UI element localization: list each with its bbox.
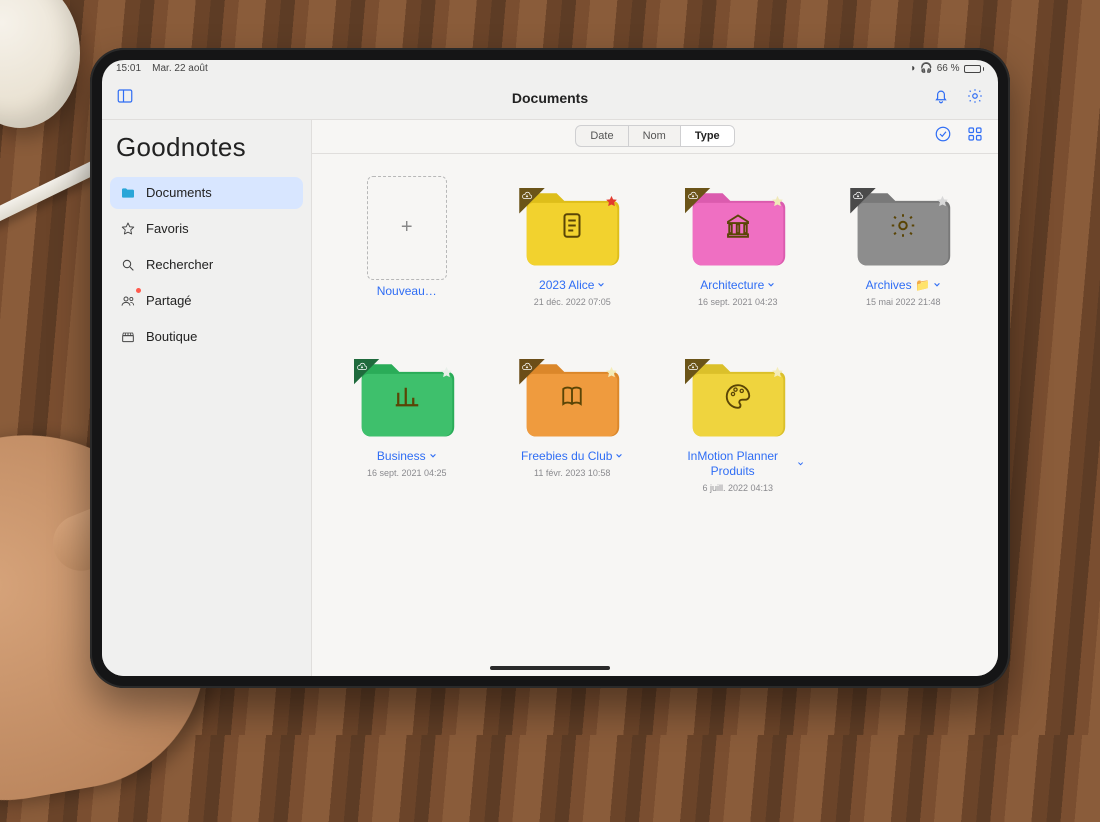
sort-date[interactable]: Date: [576, 126, 628, 146]
folder-name[interactable]: Architecture: [700, 278, 775, 293]
sidebar-item-rechercher[interactable]: Rechercher: [110, 249, 303, 281]
folder-date: 11 févr. 2023 10:58: [534, 468, 610, 478]
sidebar-item-favoris[interactable]: Favoris: [110, 213, 303, 245]
battery-icon: [964, 65, 985, 73]
battery-percent: 66 %: [937, 63, 960, 74]
select-mode-icon[interactable]: [934, 125, 952, 148]
folder-date: 6 juill. 2022 04:13: [702, 483, 773, 493]
folder-name[interactable]: Archives 📁: [866, 278, 941, 293]
sidebar-item-documents[interactable]: Documents: [110, 177, 303, 209]
folder-date: 16 sept. 2021 04:23: [698, 297, 778, 307]
folder-thumbnail: [354, 347, 460, 445]
search-icon: [120, 257, 136, 273]
sidebar-item-boutique[interactable]: Boutique: [110, 321, 303, 353]
sidebar-item-label: Documents: [146, 185, 212, 200]
status-bar: 15:01 Mar. 22 août ◗ 🎧 66 %: [102, 60, 998, 78]
documents-grid: + Nouveau… 2023 Alice 21 déc. 2022 07:05: [312, 154, 998, 676]
gear-icon[interactable]: [966, 87, 984, 110]
sidebar-item-label: Boutique: [146, 329, 197, 344]
badge-dot: [136, 288, 141, 293]
favorite-star-icon[interactable]: [604, 194, 619, 209]
status-time: 15:01: [116, 63, 141, 74]
page-title: Documents: [512, 90, 588, 106]
ipad-frame: 15:01 Mar. 22 août ◗ 🎧 66 % Documents: [90, 48, 1010, 688]
book-icon: [557, 382, 587, 417]
folder-name[interactable]: 2023 Alice: [539, 278, 605, 293]
folder-date: 16 sept. 2021 04:25: [367, 468, 447, 478]
favorite-star-icon[interactable]: [604, 365, 619, 380]
bell-icon[interactable]: [932, 87, 950, 110]
folder-name[interactable]: Business: [377, 449, 437, 464]
folder-thumbnail: [519, 176, 625, 274]
home-indicator[interactable]: [490, 666, 610, 670]
gear-icon: [888, 211, 918, 246]
favorite-star-icon[interactable]: [439, 365, 454, 380]
folder-thumbnail: [685, 347, 791, 445]
folder-inmotion-planner-produits[interactable]: InMotion Planner Produits 6 juill. 2022 …: [671, 347, 805, 493]
main-panel: DateNomType + Nouveau…: [312, 120, 998, 676]
plus-icon: +: [367, 176, 447, 280]
sort-nom[interactable]: Nom: [629, 126, 681, 146]
sort-type[interactable]: Type: [681, 126, 734, 146]
moon-icon: ◗: [910, 63, 916, 74]
decor-egg: [0, 0, 80, 128]
folder-business[interactable]: Business 16 sept. 2021 04:25: [340, 347, 474, 493]
new-item-label: Nouveau…: [377, 284, 437, 299]
people-icon: [120, 293, 136, 309]
folder-icon: [120, 185, 136, 201]
folder-date: 21 déc. 2022 07:05: [534, 297, 611, 307]
shop-icon: [120, 329, 136, 345]
folder-thumbnail: [685, 176, 791, 274]
chart-icon: [392, 382, 422, 417]
folder-2023-alice[interactable]: 2023 Alice 21 déc. 2022 07:05: [506, 176, 640, 307]
status-date: Mar. 22 août: [152, 63, 208, 74]
folder-architecture[interactable]: Architecture 16 sept. 2021 04:23: [671, 176, 805, 307]
folder-date: 15 mai 2022 21:48: [866, 297, 941, 307]
folder-name[interactable]: InMotion Planner Produits: [671, 449, 805, 479]
app-title: Goodnotes: [110, 130, 303, 177]
palette-icon: [723, 382, 753, 417]
folder-thumbnail: [519, 347, 625, 445]
sort-segmented-control[interactable]: DateNomType: [575, 125, 734, 147]
folder-thumbnail: [850, 176, 956, 274]
sidebar-item-label: Rechercher: [146, 257, 213, 272]
favorite-star-icon[interactable]: [770, 194, 785, 209]
screen: 15:01 Mar. 22 août ◗ 🎧 66 % Documents: [102, 60, 998, 676]
toolbar: Documents: [102, 78, 998, 120]
folder-name[interactable]: Freebies du Club: [521, 449, 623, 464]
sidebar-item-label: Favoris: [146, 221, 189, 236]
sidebar: Goodnotes Documents Favoris Rechercher Part…: [102, 120, 312, 676]
bank-icon: [723, 211, 753, 246]
favorite-star-icon[interactable]: [935, 194, 950, 209]
favorite-star-icon[interactable]: [770, 365, 785, 380]
headphone-icon: 🎧: [920, 63, 932, 74]
sort-bar: DateNomType: [312, 120, 998, 154]
folder-freebies-du-club[interactable]: Freebies du Club 11 févr. 2023 10:58: [506, 347, 640, 493]
sidebar-toggle-icon[interactable]: [116, 87, 134, 110]
doc-icon: [557, 211, 587, 246]
folder-archives[interactable]: Archives 📁 15 mai 2022 21:48: [837, 176, 971, 307]
grid-view-icon[interactable]: [966, 125, 984, 148]
star-icon: [120, 221, 136, 237]
sidebar-item-label: Partagé: [146, 293, 192, 308]
new-item[interactable]: + Nouveau…: [340, 176, 474, 307]
sidebar-item-partagé[interactable]: Partagé: [110, 285, 303, 317]
